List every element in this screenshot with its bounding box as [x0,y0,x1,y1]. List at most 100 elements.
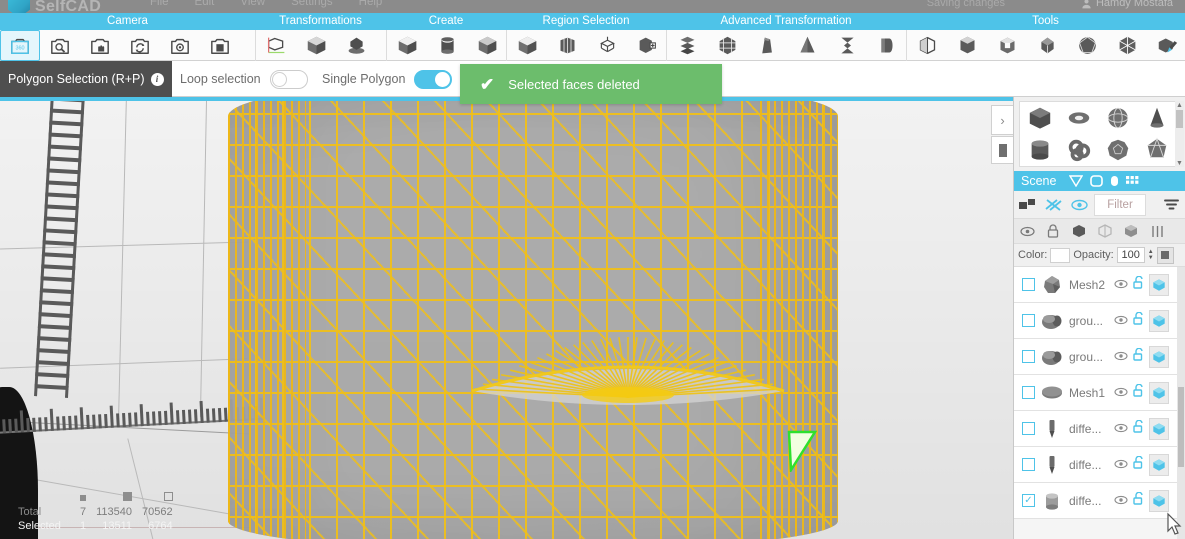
group-objects-icon[interactable] [1014,191,1040,219]
tree-item-visibility-cube[interactable] [1149,273,1169,296]
tree-item-visibility-cube[interactable] [1149,345,1169,368]
3d-viewport[interactable]: Total 7 113540 70562 Selected 1 13511 67… [0,97,1013,539]
camera-pan-icon[interactable] [80,30,120,61]
camera-360-icon[interactable]: 360 [0,30,40,61]
wireframe-cube-icon[interactable] [1092,219,1118,244]
primitive-cylinder-icon[interactable] [1020,134,1059,166]
primitive-cube-icon[interactable] [1020,102,1059,134]
material-icon[interactable] [1156,246,1174,264]
region-select-box-icon[interactable] [587,30,627,61]
cube-icon[interactable] [1152,278,1166,292]
camera-solid-view-icon[interactable] [200,30,240,61]
transform-scale-icon[interactable] [296,30,336,61]
scene-filter-input[interactable]: Filter [1094,193,1146,216]
advanced-taper-icon[interactable] [747,30,787,61]
unlock-icon[interactable] [1133,383,1144,397]
cube-icon[interactable] [1152,494,1166,508]
menu-item-edit[interactable]: Edit [195,0,215,8]
hide-edges-icon[interactable] [1040,191,1066,219]
info-icon[interactable]: i [150,72,164,86]
rounded-square-icon[interactable] [1090,175,1104,187]
opacity-stepper[interactable]: ▲ ▼ [1148,249,1154,261]
unlock-icon[interactable] [1133,347,1144,361]
notification-toast[interactable]: ✔ Selected faces deleted [460,64,722,104]
tree-item-checkbox[interactable] [1022,350,1035,363]
scrollbar-thumb[interactable] [1176,110,1183,128]
tool-paint-icon[interactable] [1147,30,1185,61]
highlighted-face[interactable] [787,430,817,472]
tree-item-checkbox[interactable] [1022,422,1035,435]
eye-column-icon[interactable] [1014,219,1040,244]
lock-column-icon[interactable] [1040,219,1066,244]
tool-chamfer-icon[interactable] [1027,30,1067,61]
sort-icon[interactable] [1158,191,1184,219]
tree-row[interactable]: Mesh2 [1014,267,1178,303]
camera-zoom-icon[interactable] [40,30,80,61]
menu-item-file[interactable]: File [150,0,169,8]
scroll-down-icon[interactable]: ▼ [1175,159,1184,167]
tool-hollow-icon[interactable] [907,30,947,61]
region-select-face-icon[interactable] [507,30,547,61]
primitive-polysphere-icon[interactable] [1098,134,1137,166]
color-swatch[interactable] [1050,247,1071,263]
scene-tree-scrollbar[interactable] [1177,267,1185,539]
tree-item-visibility-cube[interactable] [1149,489,1169,512]
grid-icon[interactable] [1126,175,1140,187]
cube-icon[interactable] [1152,314,1166,328]
primitive-icosahedron-icon[interactable] [1137,134,1176,166]
single-polygon-toggle[interactable] [414,69,453,89]
filter-triangle-icon[interactable] [1069,175,1084,187]
eye-icon[interactable] [1114,351,1128,361]
create-lathe-icon[interactable] [427,30,467,61]
tree-item-visibility-cube[interactable] [1149,453,1169,476]
tree-item-visibility-cube[interactable] [1149,417,1169,440]
tree-row[interactable]: grou... [1014,339,1178,375]
panel-toggle-icon[interactable] [991,136,1013,164]
camera-snapshot-icon[interactable] [160,30,200,61]
unlock-icon[interactable] [1133,419,1144,433]
primitive-cone-icon[interactable] [1137,102,1176,134]
advanced-bend-icon[interactable] [667,30,707,61]
eye-icon[interactable] [1114,423,1128,433]
unlock-icon[interactable] [1133,455,1144,469]
loop-selection-toggle[interactable] [269,69,308,89]
tool-extrude-icon[interactable] [947,30,987,61]
menu-item-view[interactable]: View [240,0,265,8]
advanced-cone-deform-icon[interactable] [787,30,827,61]
primitive-torus-icon[interactable] [1059,102,1098,134]
scrollbar-thumb[interactable] [1178,387,1184,467]
eye-icon[interactable] [1114,315,1128,325]
tool-boolean-icon[interactable] [987,30,1027,61]
solid-cube-icon[interactable] [1066,219,1092,244]
tree-row[interactable]: grou... [1014,303,1178,339]
chevron-right-icon[interactable]: › [991,105,1013,135]
camera-orbit-icon[interactable] [120,30,160,61]
tree-item-checkbox[interactable] [1022,458,1035,471]
selected-mesh-wireframe[interactable] [228,97,838,539]
tree-item-checkbox[interactable] [1022,314,1035,327]
cube-icon[interactable] [1152,386,1166,400]
primitive-sphere-icon[interactable] [1098,102,1137,134]
tree-item-visibility-cube[interactable] [1149,309,1169,332]
tree-item-checkbox[interactable] [1022,278,1035,291]
menu-bar[interactable]: File Edit View Settings Help [150,0,382,8]
visibility-eye-icon[interactable] [1066,191,1092,219]
account-menu[interactable]: Hamdy Mostafa [1081,0,1173,9]
transform-rotate-icon[interactable] [336,30,376,61]
menu-item-settings[interactable]: Settings [291,0,333,8]
create-cube-icon[interactable] [387,30,427,61]
cube-icon[interactable] [1152,422,1166,436]
tree-row[interactable]: ✓ diffe... [1014,483,1178,519]
sliders-icon[interactable] [1144,219,1170,244]
tree-row[interactable]: Mesh1 [1014,375,1178,411]
region-select-grow-icon[interactable] [627,30,667,61]
transform-gizmo-icon[interactable] [256,30,296,61]
unlock-icon[interactable] [1133,311,1144,325]
tool-wireframe-icon[interactable] [1107,30,1147,61]
tree-row[interactable]: diffe... [1014,447,1178,483]
capsule-icon[interactable] [1110,175,1119,187]
primitives-scrollbar[interactable]: ▲ ▼ [1175,101,1184,167]
create-sketch-cube-icon[interactable] [467,30,507,61]
eye-icon[interactable] [1114,279,1128,289]
region-select-loop-icon[interactable] [547,30,587,61]
